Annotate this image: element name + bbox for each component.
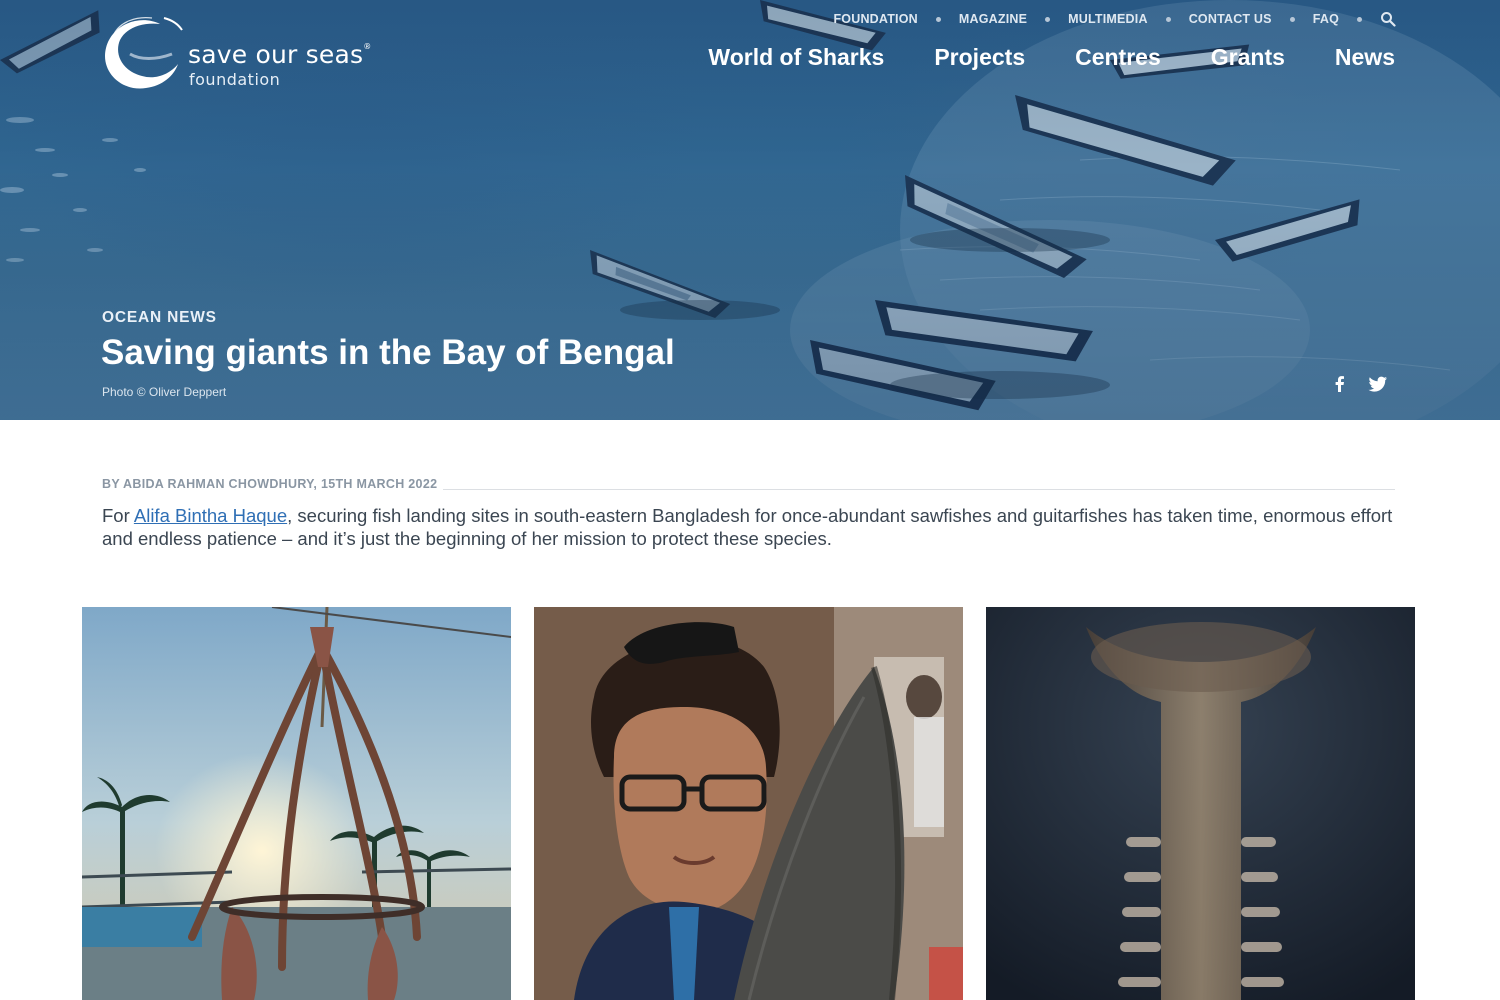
lede-text-start: For [102,505,134,526]
main-nav-projects[interactable]: Projects [934,44,1025,71]
nav-separator-dot [1357,16,1362,22]
brand-name-text: save our seas [188,40,364,69]
drying-fish-image [82,607,511,1000]
main-nav-centres[interactable]: Centres [1075,44,1161,71]
author-profile-link[interactable]: Alifa Bintha Haque [134,505,287,526]
photo-credit: Photo © Oliver Deppert [102,385,227,399]
share-links [1330,374,1388,394]
util-nav-multimedia[interactable]: MULTIMEDIA [1068,12,1148,26]
nav-separator-dot [1165,16,1171,22]
article-lede: For Alifa Bintha Haque, securing fish la… [102,504,1402,550]
brand-subtitle: foundation [189,70,281,89]
main-nav-world-of-sharks[interactable]: World of Sharks [708,44,884,71]
lede-text-end: , securing fish landing sites in south-e… [102,505,1393,549]
util-nav-foundation[interactable]: FOUNDATION [833,12,917,26]
hero-banner: save our seas® foundation FOUNDATION MAG… [0,0,1500,420]
brand-registered-mark: ® [363,42,372,51]
util-nav-magazine[interactable]: MAGAZINE [959,12,1027,26]
photo-researcher-with-fin[interactable] [534,607,963,1000]
researcher-with-fin-image [534,607,963,1000]
page-title: Saving giants in the Bay of Bengal [101,333,675,372]
nav-separator-dot [1289,16,1295,22]
article-category[interactable]: OCEAN NEWS [102,309,217,327]
logo-wave-mark [105,17,183,89]
sawfish-rostrum-image [986,607,1415,1000]
utility-nav: FOUNDATION MAGAZINE MULTIMEDIA CONTACT U… [833,10,1396,28]
util-nav-faq[interactable]: FAQ [1313,12,1339,26]
byline-row: BY ABIDA RAHMAN CHOWDHURY, 15TH MARCH 20… [102,474,1395,494]
nav-separator-dot [935,16,941,22]
search-icon[interactable] [1380,11,1396,27]
photo-drying-fish[interactable] [82,607,511,1000]
divider [443,488,1395,490]
nav-separator-dot [1045,16,1051,22]
brand-name: save our seas® [188,40,371,69]
brand-logo[interactable]: save our seas® foundation [100,14,400,94]
main-nav-news[interactable]: News [1335,44,1395,71]
facebook-icon[interactable] [1330,374,1350,394]
util-nav-contact-us[interactable]: CONTACT US [1189,12,1272,26]
twitter-icon[interactable] [1368,374,1388,394]
main-nav: World of Sharks Projects Centres Grants … [708,44,1395,71]
main-nav-grants[interactable]: Grants [1211,44,1285,71]
photo-sawfish-rostrum[interactable] [986,607,1415,1000]
article-byline: BY ABIDA RAHMAN CHOWDHURY, 15TH MARCH 20… [102,477,438,491]
